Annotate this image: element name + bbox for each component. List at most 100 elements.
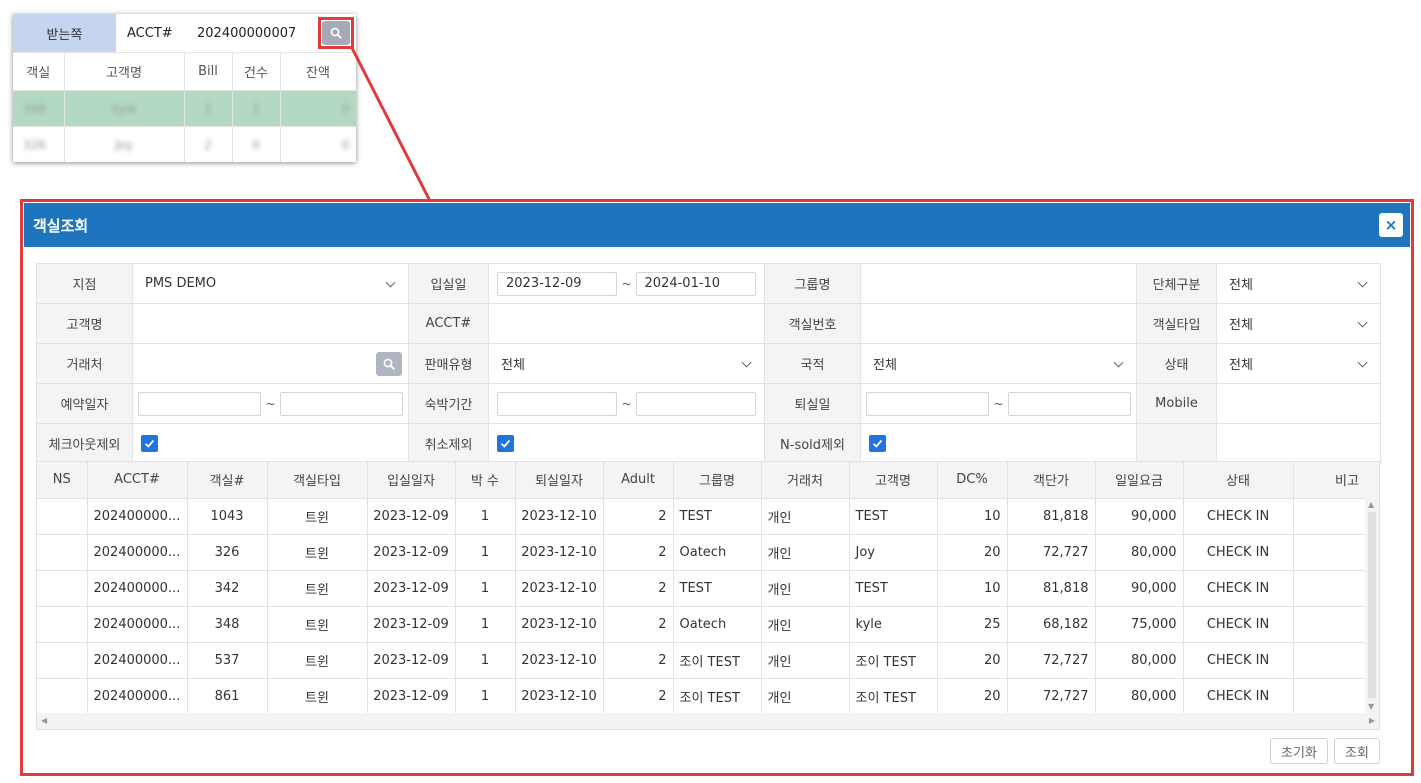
roomno-input[interactable] bbox=[860, 303, 1137, 344]
col-dailyrate[interactable]: 일일요금 bbox=[1095, 462, 1184, 499]
cell-roomtype: 트윈 bbox=[267, 498, 368, 535]
checkin-from-input[interactable]: 2023-12-09 bbox=[497, 271, 618, 296]
scroll-left-icon[interactable]: ◀ bbox=[41, 716, 47, 725]
grouptype-value: 전체 bbox=[1229, 278, 1253, 293]
cell-adult: 2 bbox=[603, 642, 674, 679]
cell-status: CHECK IN bbox=[1183, 606, 1294, 643]
checkmark-icon bbox=[500, 439, 511, 448]
resdate-to-input[interactable] bbox=[279, 391, 403, 416]
client-search-button[interactable] bbox=[376, 352, 402, 376]
cell-dailyrate: 80,000 bbox=[1095, 642, 1184, 679]
col-client[interactable]: 거래처 bbox=[761, 462, 850, 499]
cell-checkout: 2023-12-10 bbox=[515, 498, 604, 535]
table-row[interactable]: 202400000... 1043 트윈 2023-12-09 1 2023-1… bbox=[37, 498, 1379, 535]
vertical-scrollbar[interactable]: ▲ ▼ bbox=[1365, 498, 1379, 713]
branch-select[interactable]: PMS DEMO bbox=[132, 263, 409, 304]
col-room[interactable]: 객실# bbox=[187, 462, 268, 499]
col-checkout[interactable]: 퇴실일자 bbox=[515, 462, 604, 499]
mobile-label: Mobile bbox=[1136, 383, 1217, 424]
group-input[interactable] bbox=[860, 263, 1137, 304]
guest-input[interactable] bbox=[132, 303, 409, 344]
acct-filter-label: ACCT# bbox=[408, 303, 489, 344]
cell-balance: 0 bbox=[280, 90, 356, 127]
chevron-down-icon bbox=[741, 357, 752, 367]
checkout-from-input[interactable] bbox=[866, 391, 990, 416]
grouptype-select[interactable]: 전체 bbox=[1216, 263, 1381, 304]
acct-label: ACCT# bbox=[127, 25, 173, 41]
search-button[interactable]: 조회 bbox=[1334, 738, 1380, 764]
status-value: 전체 bbox=[1229, 358, 1253, 373]
table-row[interactable]: 202400000... 861 트윈 2023-12-09 1 2023-12… bbox=[37, 678, 1379, 715]
excl-checkout-checkbox[interactable] bbox=[141, 435, 158, 452]
cell-checkin: 2023-12-09 bbox=[367, 534, 456, 571]
close-button[interactable]: × bbox=[1379, 213, 1403, 237]
snippet-row[interactable]: 326 Joy 2 0 0 bbox=[13, 126, 356, 162]
acct-input[interactable]: 202400000007 bbox=[189, 21, 311, 45]
col-nights[interactable]: 박 수 bbox=[455, 462, 516, 499]
cell-guest: Joy bbox=[64, 126, 185, 162]
col-unitprice[interactable]: 객단가 bbox=[1007, 462, 1096, 499]
cell-checkin: 2023-12-09 bbox=[367, 498, 456, 535]
checkout-to-input[interactable] bbox=[1007, 391, 1131, 416]
cell-checkout: 2023-12-10 bbox=[515, 606, 604, 643]
col-bill: Bill bbox=[184, 52, 233, 91]
status-select[interactable]: 전체 bbox=[1216, 343, 1381, 384]
cell-room: 1043 bbox=[187, 498, 268, 535]
excl-nsold-checkbox[interactable] bbox=[869, 435, 886, 452]
col-status[interactable]: 상태 bbox=[1183, 462, 1294, 499]
excl-checkout-label: 체크아웃제외 bbox=[36, 423, 133, 464]
cell-nights: 1 bbox=[455, 642, 516, 679]
horizontal-scrollbar[interactable]: ◀ ▶ bbox=[37, 713, 1379, 729]
cell-status: CHECK IN bbox=[1183, 570, 1294, 607]
col-guest[interactable]: 고객명 bbox=[849, 462, 938, 499]
resdate-from-input[interactable] bbox=[138, 391, 262, 416]
col-group[interactable]: 그룹명 bbox=[673, 462, 762, 499]
mobile-input[interactable] bbox=[1216, 383, 1381, 424]
col-ns[interactable]: NS bbox=[37, 462, 88, 499]
stay-from-input[interactable] bbox=[497, 391, 618, 416]
checkin-to-input[interactable]: 2024-01-10 bbox=[635, 271, 756, 296]
cell-checkin: 2023-12-09 bbox=[367, 606, 456, 643]
cell-acct: 202400000... bbox=[87, 534, 188, 571]
cell-ns bbox=[37, 570, 88, 607]
cell-room: 861 bbox=[187, 678, 268, 715]
stay-label: 숙박기간 bbox=[408, 383, 489, 424]
col-adult[interactable]: Adult bbox=[603, 462, 674, 499]
acct-filter-input[interactable] bbox=[488, 303, 765, 344]
receiver-tab[interactable]: 받는쪽 bbox=[13, 14, 116, 52]
snippet-row[interactable]: 348 kyle 1 2 0 bbox=[13, 90, 356, 127]
roomtype-select[interactable]: 전체 bbox=[1216, 303, 1381, 344]
range-separator: ~ bbox=[621, 276, 632, 291]
table-row[interactable]: 202400000... 348 트윈 2023-12-09 1 2023-12… bbox=[37, 606, 1379, 643]
col-checkin[interactable]: 입실일자 bbox=[367, 462, 456, 499]
col-dc[interactable]: DC% bbox=[937, 462, 1008, 499]
reset-button[interactable]: 초기화 bbox=[1270, 738, 1328, 764]
acct-search-button[interactable] bbox=[322, 21, 350, 45]
table-row[interactable]: 202400000... 342 트윈 2023-12-09 1 2023-12… bbox=[37, 570, 1379, 607]
saletype-select[interactable]: 전체 bbox=[488, 343, 765, 384]
col-acct[interactable]: ACCT# bbox=[87, 462, 188, 499]
cell-checkout: 2023-12-10 bbox=[515, 642, 604, 679]
roomtype-value: 전체 bbox=[1229, 318, 1253, 333]
scroll-up-icon[interactable]: ▲ bbox=[1368, 500, 1374, 509]
client-input[interactable] bbox=[132, 343, 409, 384]
cell-client: 개인 bbox=[761, 534, 850, 571]
scroll-down-icon[interactable]: ▼ bbox=[1368, 702, 1374, 711]
stay-to-input[interactable] bbox=[635, 391, 756, 416]
vertical-scroll-thumb[interactable] bbox=[1368, 512, 1376, 698]
cell-room: 342 bbox=[187, 570, 268, 607]
cell-guest: Joy bbox=[849, 534, 938, 571]
table-row[interactable]: 202400000... 326 트윈 2023-12-09 1 2023-12… bbox=[37, 534, 1379, 571]
col-note[interactable]: 비고 bbox=[1293, 462, 1379, 499]
cell-guest: TEST bbox=[849, 498, 938, 535]
cell-roomtype: 트윈 bbox=[267, 678, 368, 715]
nation-select[interactable]: 전체 bbox=[860, 343, 1137, 384]
col-roomtype[interactable]: 객실타입 bbox=[267, 462, 368, 499]
cell-acct: 202400000... bbox=[87, 570, 188, 607]
excl-cancel-checkbox[interactable] bbox=[497, 435, 514, 452]
cell-checkout: 2023-12-10 bbox=[515, 570, 604, 607]
scroll-right-icon[interactable]: ▶ bbox=[1369, 716, 1375, 725]
cell-guest: 조이 TEST bbox=[849, 678, 938, 715]
col-count: 건수 bbox=[232, 52, 281, 91]
table-row[interactable]: 202400000... 537 트윈 2023-12-09 1 2023-12… bbox=[37, 642, 1379, 679]
